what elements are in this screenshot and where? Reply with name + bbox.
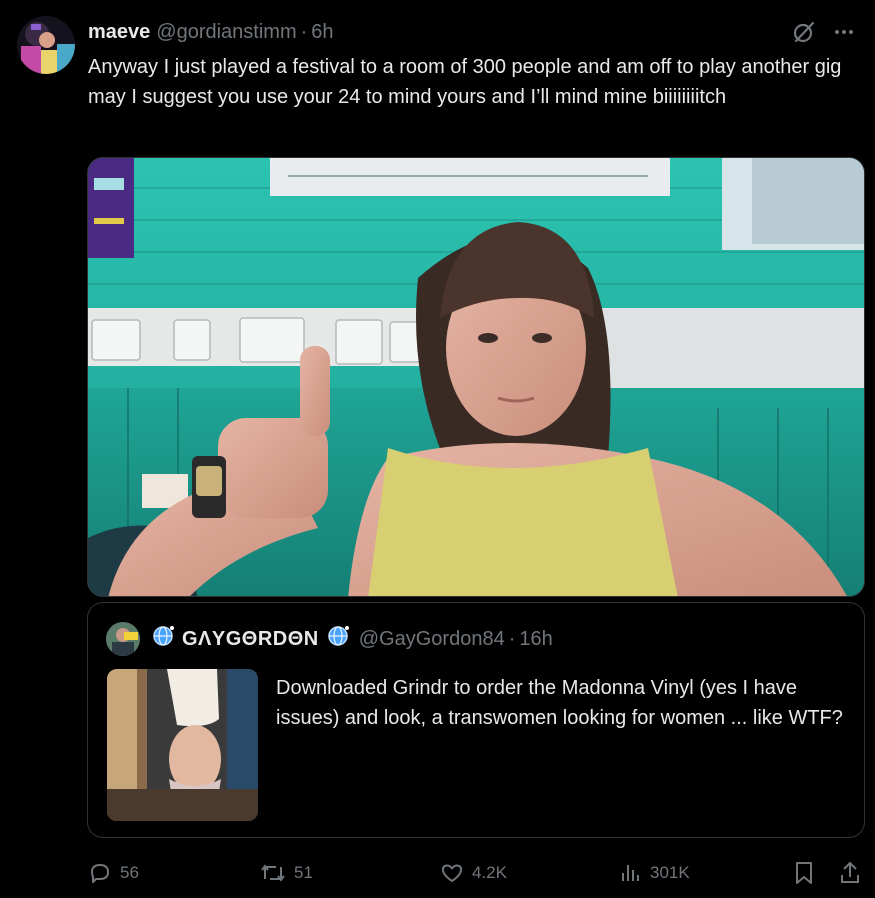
quoted-time[interactable]: 16h (519, 628, 552, 651)
quoted-thumbnail[interactable] (107, 669, 258, 821)
quoted-author-avatar[interactable] (106, 622, 140, 656)
bookmark-icon (792, 860, 816, 886)
tweet-text: Anyway I just played a festival to a roo… (88, 56, 842, 108)
grok-icon[interactable] (791, 19, 817, 51)
heart-icon (440, 861, 464, 885)
views-count: 301K (650, 863, 690, 882)
repost-button[interactable]: 51 (260, 856, 313, 890)
repost-count: 51 (294, 863, 313, 882)
avatar-image (17, 16, 75, 74)
globe-icon (150, 623, 176, 655)
tweet-time[interactable]: 6h (311, 21, 333, 44)
selfie-photo-image (88, 158, 864, 596)
separator-dot: · (300, 20, 308, 43)
author-name[interactable]: maeve (88, 21, 150, 44)
quoted-avatar-image (106, 622, 140, 656)
bookmark-button[interactable] (792, 856, 816, 890)
separator-dot: · (508, 627, 516, 650)
more-options-icon[interactable] (833, 21, 855, 49)
reply-count: 56 (120, 863, 139, 882)
quoted-author-name[interactable]: GΛYGΘRDΘN (182, 628, 319, 651)
quoted-author-handle[interactable]: @GayGordon84 (359, 628, 505, 651)
reply-icon (88, 861, 112, 885)
like-button[interactable]: 4.2K (440, 856, 507, 890)
views-icon (618, 861, 642, 885)
author-handle[interactable]: @gordianstimm (156, 21, 296, 44)
repost-icon (260, 861, 286, 885)
globe-icon (325, 623, 351, 655)
reply-button[interactable]: 56 (88, 856, 139, 890)
quoted-header: GΛYGΘRDΘN @GayGordon84 · 16h (106, 621, 553, 657)
header-icons (791, 19, 855, 51)
tweet-header: maeve @gordianstimm · 6h (88, 19, 855, 45)
share-icon (838, 860, 862, 886)
quoted-tweet[interactable]: GΛYGΘRDΘN @GayGordon84 · 16h Downloaded … (87, 602, 865, 838)
action-bar: 56 51 4.2K 301K (88, 856, 865, 890)
author-avatar[interactable] (17, 16, 75, 74)
tweet-photo[interactable] (87, 157, 865, 597)
quoted-text: Downloaded Grindr to order the Madonna V… (276, 677, 843, 729)
like-count: 4.2K (472, 863, 507, 882)
quoted-thumbnail-image (107, 669, 258, 821)
share-button[interactable] (838, 856, 862, 890)
views-button[interactable]: 301K (618, 856, 690, 890)
